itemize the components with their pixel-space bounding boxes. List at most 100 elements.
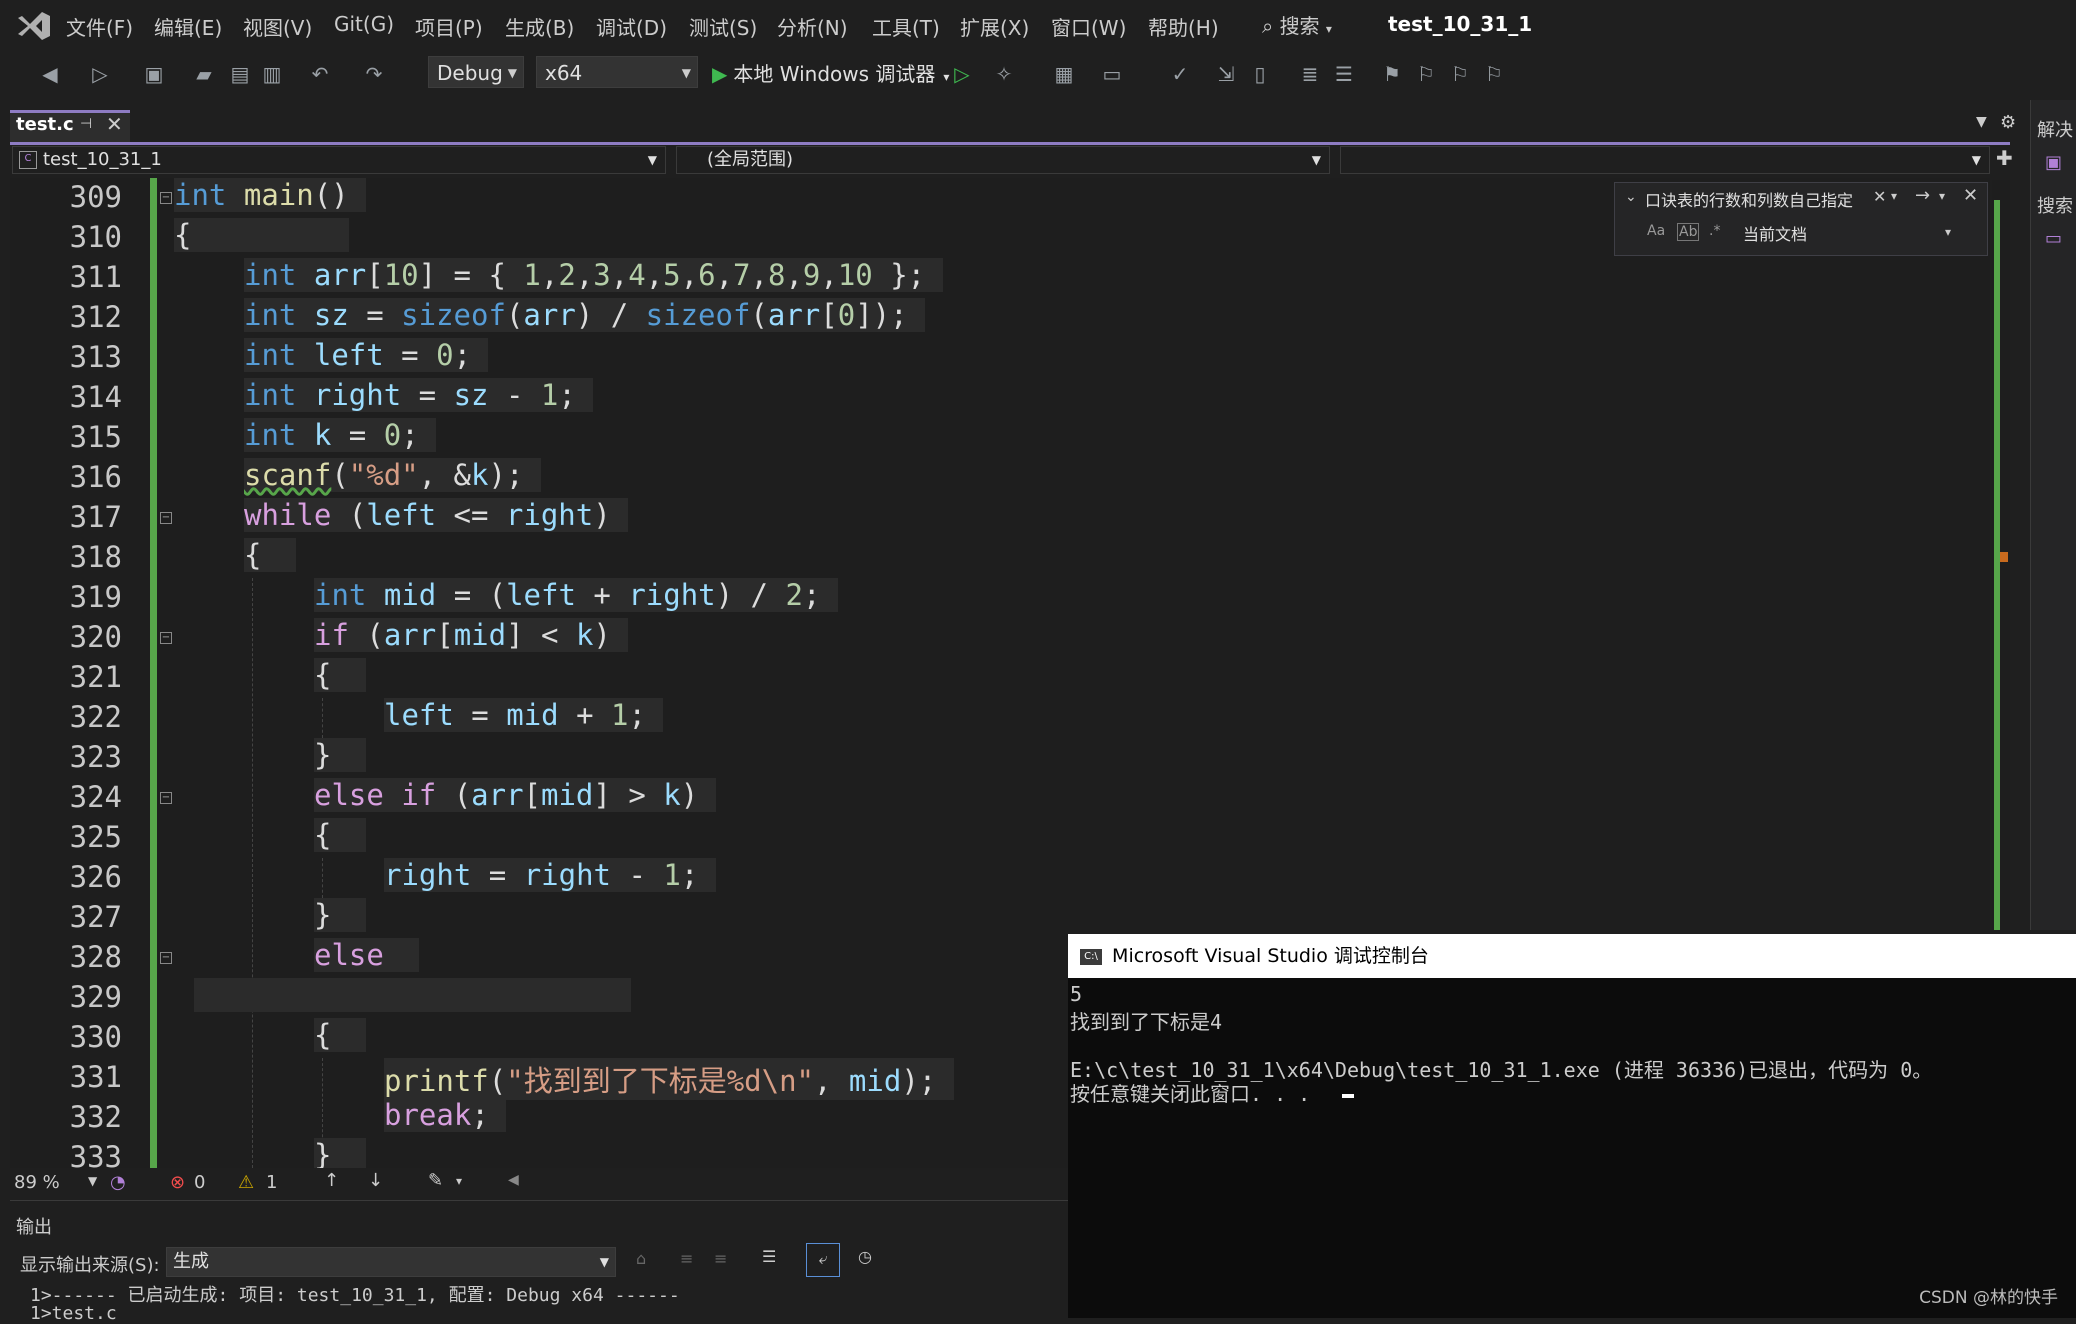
search-box[interactable]: ⌕ 搜索 ▾ [1262,10,1332,39]
start-without-debug-icon[interactable]: ▷ [948,60,976,88]
chevron-down-icon[interactable]: ▾ [456,1174,462,1188]
solution-icon[interactable]: ▣ [2045,152,2062,173]
bookmark-icon[interactable]: ⚑ [1378,60,1406,88]
forward-icon[interactable]: ▷ [86,60,114,88]
clear-all-icon[interactable]: ☰ [762,1247,776,1266]
clear-icon[interactable]: ✕ [1873,187,1886,206]
brush-icon[interactable]: ✎ [428,1170,443,1191]
hot-reload-icon[interactable]: ✧ [990,60,1018,88]
chevron-down-icon[interactable]: ▾ [1939,189,1945,203]
menu-file[interactable]: 文件(F) [66,12,133,41]
search-solution-label[interactable]: 搜索 [2037,192,2073,218]
find-input[interactable]: 口诀表的行数和列数自己指定 [1645,187,1865,213]
warning-count: 1 [266,1172,278,1193]
chevron-down-icon[interactable]: ▾ [1945,225,1951,239]
fold-toggle[interactable]: − [160,192,172,204]
code-line-324: else if (arr[mid] > k) [314,778,716,812]
find-next-icon[interactable]: → [1915,185,1930,206]
step-icon[interactable]: ⇲ [1212,60,1240,88]
solution-explorer-icon[interactable]: ▦ [1050,60,1078,88]
chevron-down-icon[interactable]: ▾ [1891,189,1897,203]
warning-icon[interactable]: ⚠ [238,1172,254,1193]
menu-window[interactable]: 窗口(W) [1051,12,1126,41]
spellcheck-icon[interactable]: ✓ [1166,60,1194,88]
fold-toggle[interactable]: − [160,792,172,804]
pin-icon[interactable]: ⊣ [80,116,92,132]
visual-studio-logo-icon[interactable] [16,10,52,42]
platform-select[interactable]: x64 ▼ [536,56,698,88]
fold-toggle[interactable]: − [160,632,172,644]
vertical-scrollbar[interactable] [1992,180,2010,930]
close-icon[interactable]: ✕ [106,112,123,136]
indent-icon[interactable]: ☰ [1330,60,1358,88]
gear-icon[interactable]: ⚙ [2000,112,2016,133]
undo-icon[interactable]: ↶ [306,60,334,88]
debug-console-window[interactable] [1068,934,2076,1318]
code-line-328: else [314,938,419,972]
back-icon[interactable]: ◀ [36,60,64,88]
zoom-level[interactable]: 89 % [14,1172,60,1193]
find-message-icon[interactable]: ⌂ [636,1249,646,1268]
new-project-icon[interactable]: ▣ [140,60,168,88]
save-all-icon[interactable]: ▥ [258,60,286,88]
arrow-down-icon[interactable]: ↓ [368,1170,383,1191]
next-bookmark-icon[interactable]: ⚐ [1446,60,1474,88]
menu-test[interactable]: 测试(S) [689,12,757,41]
code-line-312: int sz = sizeof(arr) / sizeof(arr[0]); [244,298,926,332]
menu-debug[interactable]: 调试(D) [596,12,667,41]
find-scope[interactable]: 当前文档 [1743,221,1807,245]
fold-toggle[interactable]: − [160,512,172,524]
menu-tools[interactable]: 工具(T) [872,12,940,41]
copilot-icon[interactable]: ◔ [110,1172,126,1193]
line-number: 324 [69,780,122,814]
console-line: 5 [1070,982,1083,1006]
config-select[interactable]: Debug ▼ [428,56,524,88]
menu-edit[interactable]: 编辑(E) [154,12,222,41]
code-line-319: int mid = (left + right) / 2; [314,578,838,612]
close-icon[interactable]: ✕ [1963,185,1978,206]
console-titlebar[interactable]: C:\ Microsoft Visual Studio 调试控制台 [1068,934,2076,978]
open-folder-icon[interactable]: ▰ [190,60,218,88]
menu-view[interactable]: 视图(V) [243,12,312,41]
outdent-icon[interactable]: ≣ [1296,60,1324,88]
chevron-down-icon[interactable]: ▼ [1976,114,1987,130]
line-number: 311 [69,260,122,294]
menu-build[interactable]: 生成(B) [505,12,574,41]
save-icon[interactable]: ▤ [226,60,254,88]
match-case-icon[interactable]: Aa [1647,223,1665,239]
error-icon[interactable]: ⊗ [170,1172,185,1193]
navbar-scope: (全局范围) [707,149,794,170]
project-navbar[interactable]: test_10_31_1 ▼ C [12,146,666,174]
project-title: test_10_31_1 [1388,12,1533,36]
menu-git[interactable]: Git(G) [334,12,394,36]
member-navbar[interactable]: ▼ [1340,146,1990,174]
clear-bookmark-icon[interactable]: ⚐ [1480,60,1508,88]
scroll-left-icon[interactable]: ◀ [508,1172,519,1188]
next-message-icon[interactable]: ≡ [714,1249,727,1268]
scope-navbar[interactable]: (全局范围) ▼ [676,146,1330,174]
chevron-down-icon[interactable]: ▼ [88,1174,97,1188]
solution-explorer-title[interactable]: 解决 [2037,116,2073,142]
start-debug-button[interactable]: ▶ 本地 Windows 调试器 ▾ [712,58,949,87]
regex-icon[interactable]: .* [1709,223,1720,239]
menu-extensions[interactable]: 扩展(X) [960,12,1029,41]
fold-toggle[interactable]: − [160,952,172,964]
prev-message-icon[interactable]: ≡ [680,1249,693,1268]
format-icon[interactable]: ▯ [1246,60,1274,88]
project-icon[interactable]: ▭ [2045,228,2062,249]
redo-icon[interactable]: ↷ [360,60,388,88]
prev-bookmark-icon[interactable]: ⚐ [1412,60,1440,88]
menu-help[interactable]: 帮助(H) [1148,12,1219,41]
arrow-up-icon[interactable]: ↑ [324,1170,339,1191]
menu-project[interactable]: 项目(P) [415,12,483,41]
split-icon[interactable]: ✚ [1996,146,2013,170]
indent-guide [322,858,323,898]
chevron-down-icon[interactable]: ⌄ [1625,189,1637,205]
output-source-select[interactable]: 生成 ▼ [166,1247,616,1277]
word-wrap-icon[interactable]: ⤶ [806,1243,840,1277]
menu-analyze[interactable]: 分析(N) [777,12,848,41]
layout-icon[interactable]: ▭ [1098,60,1126,88]
clock-icon[interactable]: ◷ [858,1247,872,1266]
output-line: 1>------ 已启动生成: 项目: test_10_31_1, 配置: De… [30,1285,680,1306]
match-word-icon[interactable]: Ab [1677,223,1700,241]
